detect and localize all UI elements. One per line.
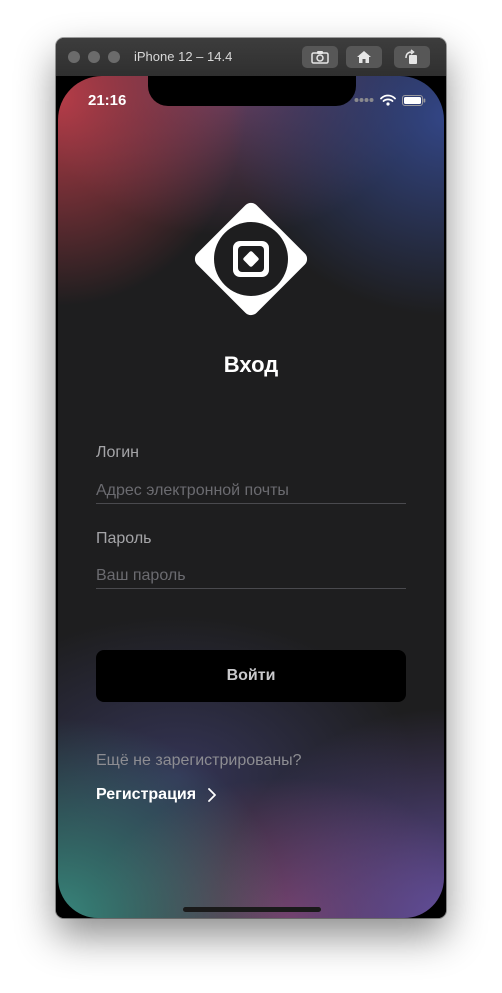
minimize-window-button[interactable] [88, 51, 100, 63]
cellular-dots-icon [354, 98, 374, 102]
device-screen: 21:16 Вход Логин Адрес электронной почты… [56, 76, 446, 918]
camera-icon [311, 51, 329, 64]
simulator-titlebar: iPhone 12 – 14.4 [56, 38, 446, 77]
app-logo-icon [194, 202, 308, 316]
rotate-button[interactable] [394, 46, 430, 68]
battery-icon [402, 94, 426, 106]
register-link[interactable]: Регистрация [96, 786, 216, 804]
zoom-window-button[interactable] [108, 51, 120, 63]
chevron-right-icon [208, 788, 216, 802]
login-button[interactable]: Войти [96, 650, 406, 702]
home-icon [357, 51, 371, 63]
status-icons [354, 94, 426, 106]
screenshot-button[interactable] [302, 46, 338, 68]
close-window-button[interactable] [68, 51, 80, 63]
wifi-icon [380, 94, 396, 106]
rotate-icon [405, 49, 417, 64]
status-time: 21:16 [88, 92, 127, 109]
simulator-window: iPhone 12 – 14.4 21:16 Вход Логин Адрес … [56, 38, 446, 918]
password-label: Пароль [96, 530, 152, 547]
register-hint: Ещё не зарегистрированы? [96, 752, 302, 769]
password-field[interactable] [96, 564, 406, 589]
home-indicator[interactable] [183, 907, 321, 912]
email-field[interactable] [96, 479, 406, 504]
app-display: 21:16 Вход Логин Адрес электронной почты… [58, 76, 444, 918]
window-title: iPhone 12 – 14.4 [134, 49, 233, 64]
device-notch [148, 76, 356, 106]
page-title: Вход [223, 352, 279, 377]
home-button[interactable] [346, 46, 382, 68]
login-label: Логин [96, 444, 140, 461]
register-label: Регистрация [96, 786, 197, 803]
